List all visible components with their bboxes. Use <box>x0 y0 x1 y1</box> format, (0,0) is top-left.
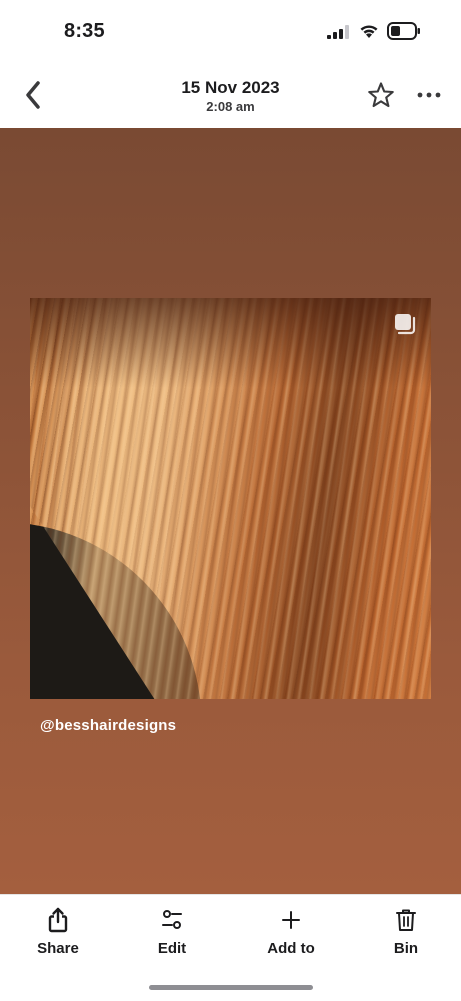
edit-icon <box>162 910 182 929</box>
photo-date: 15 Nov 2023 <box>181 78 280 97</box>
photo-time: 2:08 am <box>206 99 255 114</box>
photo-root-shade <box>30 298 431 388</box>
home-indicator[interactable] <box>149 985 313 990</box>
bin-button[interactable]: Bin <box>361 907 451 957</box>
add-to-label: Add to <box>267 940 315 957</box>
back-chevron-icon <box>26 81 40 109</box>
status-time: 8:35 <box>64 20 105 42</box>
hair-photo[interactable] <box>30 298 431 699</box>
signal-icon <box>327 25 349 39</box>
bin-icon <box>396 909 416 931</box>
status-bar: 8:35 <box>0 0 461 62</box>
wifi-icon <box>360 25 378 38</box>
star-icon <box>368 82 394 108</box>
photo-title: 15 Nov 2023 2:08 am <box>130 78 331 115</box>
back-button[interactable] <box>18 78 48 112</box>
more-icon <box>417 92 441 98</box>
share-button[interactable]: Share <box>13 907 103 957</box>
favorite-button[interactable] <box>366 80 396 110</box>
add-icon <box>282 911 300 929</box>
multiple-photos-icon <box>395 314 416 335</box>
edit-button[interactable]: Edit <box>127 907 217 957</box>
top-bar: 15 Nov 2023 2:08 am <box>0 62 461 128</box>
edit-label: Edit <box>157 940 187 957</box>
battery-icon <box>387 22 420 40</box>
share-label: Share <box>37 940 79 957</box>
instagram-handle: @besshairdesigns <box>40 717 177 734</box>
add-to-button[interactable]: Add to <box>246 907 336 957</box>
share-icon <box>48 907 68 933</box>
bin-label: Bin <box>393 940 419 957</box>
photo-viewer[interactable]: @besshairdesigns <box>0 128 461 894</box>
more-options-button[interactable] <box>414 82 444 108</box>
